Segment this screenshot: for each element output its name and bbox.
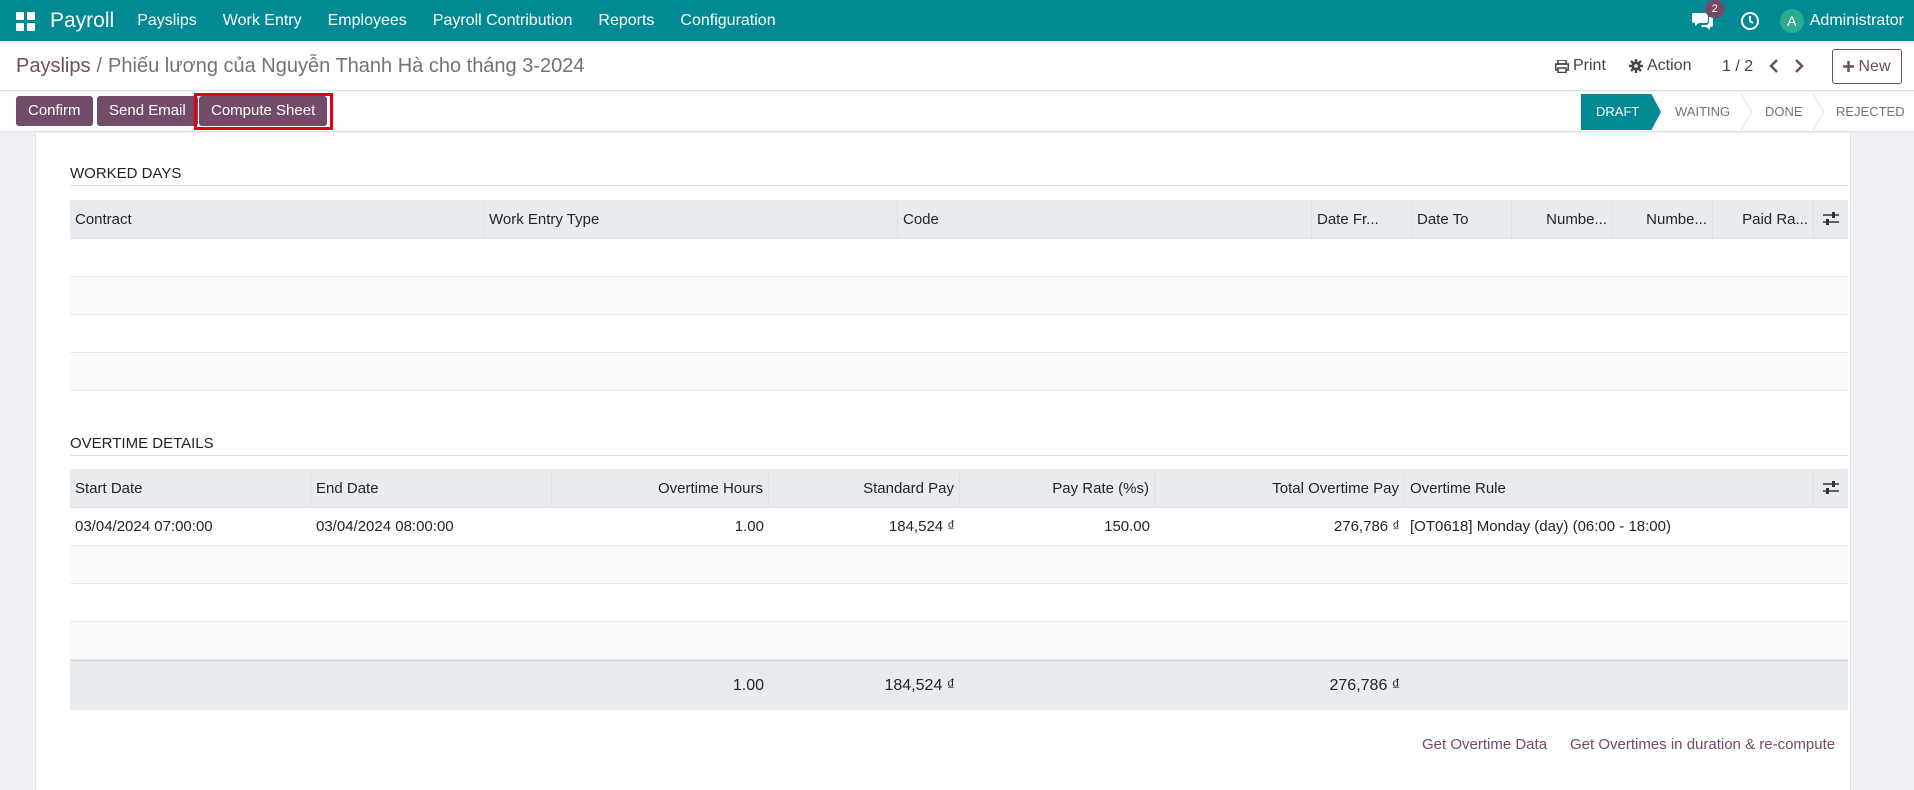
overtime-details-title: Overtime Details bbox=[70, 435, 214, 452]
breadcrumb: Payslips / Phiếu lương của Nguyễn Thanh Hà… bbox=[16, 55, 585, 78]
confirm-button[interactable]: Confirm bbox=[16, 96, 93, 126]
table-row[interactable]: 03/04/2024 07:00:00 03/04/2024 08:00:00 … bbox=[70, 508, 1848, 546]
chat-count-badge: 2 bbox=[1704, 0, 1725, 18]
table-row bbox=[70, 239, 1848, 277]
total-overtime-hours: 1.00 bbox=[732, 676, 764, 694]
cell-pay-rate[interactable]: 150.00 bbox=[960, 518, 1155, 535]
app-brand[interactable]: Payroll bbox=[50, 9, 114, 33]
apps-menu-icon[interactable] bbox=[16, 11, 36, 31]
menu-employees[interactable]: Employees bbox=[315, 12, 420, 30]
col-overtime-rule[interactable]: Overtime Rule bbox=[1405, 468, 1814, 508]
table-row bbox=[70, 277, 1848, 315]
col-paid-rate[interactable]: Paid Ra... bbox=[1713, 199, 1814, 239]
control-panel: Payslips / Phiếu lương của Nguyễn Thanh Hà… bbox=[0, 41, 1914, 91]
stage-draft[interactable]: Draft bbox=[1581, 94, 1661, 130]
menu-reports[interactable]: Reports bbox=[585, 12, 667, 30]
pager-value[interactable]: 1 / 2 bbox=[1722, 58, 1753, 76]
stage-divider bbox=[1740, 94, 1753, 130]
table-row bbox=[70, 546, 1848, 584]
print-label: Print bbox=[1573, 57, 1606, 74]
worked-days-title: Worked Days bbox=[70, 165, 182, 182]
status-bar: Confirm Send Email Compute Sheet Draft W… bbox=[0, 92, 1914, 132]
table-row bbox=[70, 315, 1848, 353]
form-sheet: Worked Days Contract Work Entry Type Cod… bbox=[35, 133, 1851, 790]
sliders-icon bbox=[1823, 480, 1839, 494]
overtime-table: Start Date End Date Overtime Hours Stand… bbox=[70, 468, 1848, 710]
col-contract[interactable]: Contract bbox=[70, 199, 484, 239]
action-label: Action bbox=[1647, 57, 1692, 74]
user-name[interactable]: Administrator bbox=[1810, 12, 1904, 30]
send-email-button[interactable]: Send Email bbox=[97, 96, 198, 126]
cell-total-overtime-pay[interactable]: 276,786 ₫ bbox=[1155, 518, 1405, 535]
cell-overtime-hours[interactable]: 1.00 bbox=[552, 518, 769, 535]
total-standard-pay: 184,524 ₫ bbox=[884, 676, 956, 694]
col-date-to[interactable]: Date To bbox=[1412, 199, 1512, 239]
col-number-days[interactable]: Numbe... bbox=[1512, 199, 1613, 239]
cell-overtime-rule[interactable]: [OT0618] Monday (day) (06:00 - 18:00) bbox=[1405, 518, 1814, 535]
stage-rejected[interactable]: Rejected bbox=[1836, 94, 1912, 130]
recompute-overtimes-link[interactable]: Get Overtimes in duration & re-compute bbox=[1570, 736, 1835, 753]
action-button[interactable]: Action bbox=[1629, 57, 1691, 75]
chat-icon[interactable]: 2 bbox=[1691, 0, 1725, 30]
cell-end-date[interactable]: 03/04/2024 08:00:00 bbox=[311, 518, 552, 535]
col-start-date[interactable]: Start Date bbox=[70, 468, 311, 508]
total-overtime-pay: 276,786 ₫ bbox=[1329, 676, 1401, 694]
table-row bbox=[70, 353, 1848, 391]
col-work-entry-type[interactable]: Work Entry Type bbox=[484, 199, 898, 239]
compute-sheet-button[interactable]: Compute Sheet bbox=[199, 96, 328, 126]
optional-columns-toggle[interactable] bbox=[1814, 200, 1848, 239]
col-code[interactable]: Code bbox=[898, 199, 1312, 239]
worked-days-table: Contract Work Entry Type Code Date Fr...… bbox=[70, 199, 1848, 391]
sliders-icon bbox=[1823, 211, 1839, 225]
col-number-hours[interactable]: Numbe... bbox=[1613, 199, 1713, 239]
page-title: Phiếu lương của Nguyễn Thanh Hà cho thán… bbox=[108, 55, 585, 77]
new-button[interactable]: New bbox=[1832, 49, 1902, 84]
col-overtime-hours[interactable]: Overtime Hours bbox=[552, 468, 769, 508]
col-total-overtime-pay[interactable]: Total Overtime Pay bbox=[1155, 468, 1405, 508]
plus-icon bbox=[1843, 61, 1855, 72]
print-button[interactable]: Print bbox=[1555, 57, 1606, 75]
avatar[interactable]: A bbox=[1779, 8, 1804, 33]
menu-payroll-contribution[interactable]: Payroll Contribution bbox=[420, 12, 586, 30]
breadcrumb-payslips[interactable]: Payslips bbox=[16, 55, 90, 77]
cell-standard-pay[interactable]: 184,524 ₫ bbox=[769, 518, 960, 535]
menu-configuration[interactable]: Configuration bbox=[667, 12, 788, 30]
chevron-right-icon[interactable] bbox=[1791, 58, 1807, 74]
breadcrumb-separator: / bbox=[96, 55, 103, 77]
table-header: Contract Work Entry Type Code Date Fr...… bbox=[70, 199, 1848, 239]
section-divider bbox=[70, 185, 1848, 186]
stage-divider bbox=[1812, 94, 1825, 130]
new-label: New bbox=[1858, 57, 1891, 75]
menu-payslips[interactable]: Payslips bbox=[124, 12, 210, 30]
gear-icon bbox=[1629, 59, 1643, 73]
chevron-left-icon[interactable] bbox=[1766, 58, 1782, 74]
section-divider bbox=[70, 455, 1848, 456]
table-row bbox=[70, 622, 1848, 660]
table-row bbox=[70, 584, 1848, 622]
col-end-date[interactable]: End Date bbox=[311, 468, 552, 508]
table-header: Start Date End Date Overtime Hours Stand… bbox=[70, 468, 1848, 508]
optional-columns-toggle[interactable] bbox=[1814, 469, 1848, 508]
col-standard-pay[interactable]: Standard Pay bbox=[769, 468, 960, 508]
menu-work-entry[interactable]: Work Entry bbox=[210, 12, 315, 30]
col-date-from[interactable]: Date Fr... bbox=[1312, 199, 1412, 239]
get-overtime-data-link[interactable]: Get Overtime Data bbox=[1422, 736, 1547, 753]
cell-start-date[interactable]: 03/04/2024 07:00:00 bbox=[70, 518, 311, 535]
col-pay-rate[interactable]: Pay Rate (%s) bbox=[960, 468, 1155, 508]
table-totals-row: 1.00 184,524 ₫ 276,786 ₫ bbox=[70, 660, 1848, 710]
top-navbar: Payroll Payslips Work Entry Employees Pa… bbox=[0, 0, 1914, 41]
printer-icon bbox=[1555, 59, 1569, 73]
clock-icon[interactable] bbox=[1740, 11, 1760, 31]
